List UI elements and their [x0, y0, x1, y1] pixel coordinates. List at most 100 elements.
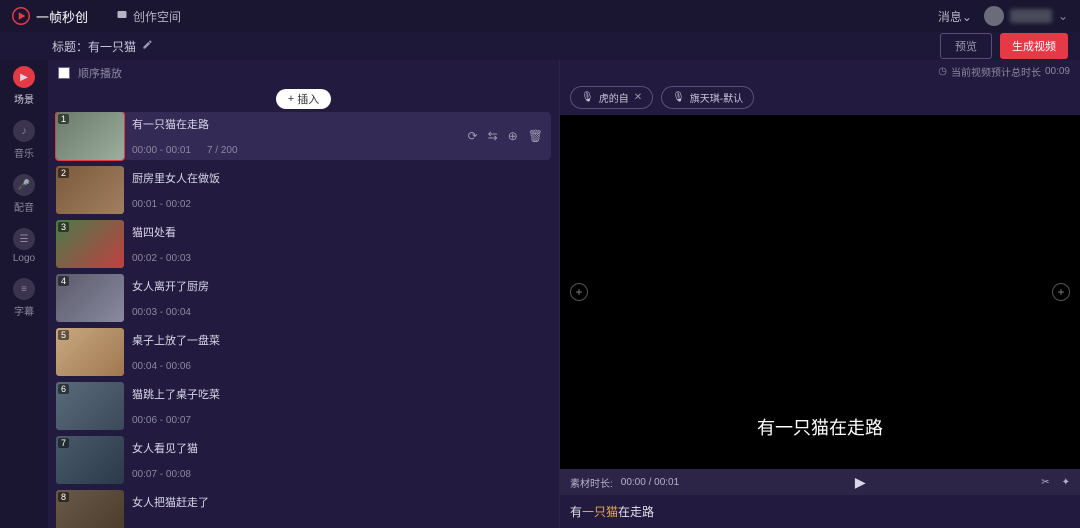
top-header: 一帧秒创 创作空间 消息⌄ ⌄: [0, 0, 1080, 32]
caption-overlay: 有一只猫在走路: [747, 411, 893, 443]
scene-time: 00:03 - 00:04: [132, 307, 191, 318]
rail-item-voice[interactable]: 🎤 配音: [13, 174, 35, 214]
preview-button[interactable]: 预览: [940, 33, 992, 59]
add-icon[interactable]: ⊕: [508, 129, 518, 143]
scene-item[interactable]: 4女人离开了厨房00:03 - 00:047 / 200⟳⇆⊕🗑: [56, 274, 551, 322]
mic-icon: 🎙: [581, 92, 594, 103]
scene-time: 00:07 - 00:08: [132, 469, 191, 480]
cut-icon[interactable]: ✂: [1041, 477, 1049, 488]
scene-item[interactable]: 6猫跳上了桌子吃菜00:06 - 00:078 / 200⟳⇆⊕🗑: [56, 382, 551, 430]
order-play-row: 顺序播放: [48, 60, 559, 86]
scene-title: 厨房里女人在做饭: [132, 170, 460, 186]
user-menu[interactable]: ⌄: [984, 6, 1068, 26]
insert-scene-button[interactable]: + 插入: [276, 89, 331, 109]
scene-number: 5: [58, 330, 69, 340]
subtitle-icon: ≡: [13, 278, 35, 300]
scene-title: 猫跳上了桌子吃菜: [132, 386, 460, 402]
scene-item[interactable]: 2厨房里女人在做饭00:01 - 00:028 / 200⟳⇆⊕🗑: [56, 166, 551, 214]
edit-title-icon[interactable]: [142, 39, 153, 53]
scene-item[interactable]: 7女人看见了猫00:07 - 00:086 / 200⟳⇆⊕🗑: [56, 436, 551, 484]
scene-time: 00:00 - 00:01: [132, 145, 191, 156]
generate-video-button[interactable]: 生成视频: [1000, 33, 1068, 59]
scene-thumbnail[interactable]: 4: [56, 274, 124, 322]
scene-charcount: 7 / 200: [207, 145, 238, 156]
play-button[interactable]: ▶: [855, 474, 866, 491]
title-prefix: 标题：: [52, 38, 88, 55]
scene-thumbnail[interactable]: 3: [56, 220, 124, 268]
scene-item[interactable]: 5桌子上放了一盘菜00:04 - 00:068 / 200⟳⇆⊕🗑: [56, 328, 551, 376]
voice-chip[interactable]: 🎙旗天琪-默认: [661, 86, 754, 109]
workspace-icon: [116, 9, 128, 24]
scene-item[interactable]: 1 有一只猫在走路 00:00 - 00:01 7 / 200 ⟳ ⇆ ⊕ 🗑: [56, 112, 551, 160]
rail-item-logo[interactable]: ☰ Logo: [13, 228, 35, 264]
scene-title: 桌子上放了一盘菜: [132, 332, 460, 348]
brand-name: 一帧秒创: [36, 7, 88, 26]
plus-icon: +: [288, 93, 294, 105]
music-icon: ♪: [13, 120, 35, 142]
logo-icon: ☰: [13, 228, 35, 250]
total-duration-row: ◷ 当前视频预计总时长 00:09: [560, 60, 1080, 82]
left-rail: ▶ 场景 ♪ 音乐 🎤 配音 ☰ Logo ≡ 字幕: [0, 60, 48, 528]
scene-item[interactable]: 8女人把猫赶走了7 / 200⟳⇆⊕🗑: [56, 490, 551, 528]
scene-time: 00:02 - 00:03: [132, 253, 191, 264]
logo-mark-icon: [12, 7, 30, 25]
scene-thumbnail[interactable]: 1: [56, 112, 124, 160]
scene-tools: ⟳ ⇆ ⊕ 🗑: [468, 112, 551, 160]
scene-title: 女人把猫赶走了: [132, 494, 460, 510]
scene-thumbnail[interactable]: 5: [56, 328, 124, 376]
prev-scene-button[interactable]: +: [570, 283, 588, 301]
scene-number: 6: [58, 384, 69, 394]
scene-number: 3: [58, 222, 69, 232]
preview-stage: + + 有一只猫在走路: [560, 115, 1080, 469]
refresh-icon[interactable]: ⟳: [468, 129, 478, 143]
scene-thumbnail[interactable]: 8: [56, 490, 124, 528]
next-scene-button[interactable]: +: [1052, 283, 1070, 301]
avatar-icon: [984, 6, 1004, 26]
scene-number: 7: [58, 438, 69, 448]
material-duration-label: 素材时长:: [570, 475, 613, 490]
scene-time: 00:06 - 00:07: [132, 415, 191, 426]
messages-link[interactable]: 消息⌄: [938, 8, 972, 25]
delete-icon[interactable]: 🗑: [528, 129, 543, 143]
scene-panel: 顺序播放 + 插入 1 有一只猫在走路 00:00 - 00:01 7 / 200 ⟳ ⇆…: [48, 60, 560, 528]
material-duration-value: 00:00 / 00:01: [621, 477, 679, 488]
user-name-blur: [1010, 9, 1052, 23]
close-icon[interactable]: ✕: [634, 92, 642, 103]
scene-list: 1 有一只猫在走路 00:00 - 00:01 7 / 200 ⟳ ⇆ ⊕ 🗑 2 厨房里女人在做…: [48, 112, 559, 528]
rail-item-subtitle[interactable]: ≡ 字幕: [13, 278, 35, 318]
scene-title: 猫四处看: [132, 224, 460, 240]
rail-item-scene[interactable]: ▶ 场景: [13, 66, 35, 106]
rail-item-music[interactable]: ♪ 音乐: [13, 120, 35, 160]
workspace-link[interactable]: 创作空间: [116, 8, 181, 25]
title-value: 有一只猫: [88, 38, 136, 55]
mic-icon: 🎙: [672, 92, 685, 103]
clock-icon: ◷: [938, 66, 947, 77]
order-play-checkbox[interactable]: [58, 67, 70, 79]
scene-item[interactable]: 3猫四处看00:02 - 00:034 / 200⟳⇆⊕🗑: [56, 220, 551, 268]
player-bar: 素材时长: 00:00 / 00:01 ▶ ✂ ✦: [560, 469, 1080, 495]
scene-title: 有一只猫在走路: [132, 116, 460, 132]
preview-panel: ◷ 当前视频预计总时长 00:09 🎙虎的自✕ 🎙旗天琪-默认 + + 有一只猫在…: [560, 60, 1080, 528]
total-duration-value: 00:09: [1045, 66, 1070, 77]
scene-time: 00:04 - 00:06: [132, 361, 191, 372]
title-row: 标题： 有一只猫 预览 生成视频: [0, 32, 1080, 60]
scene-icon: ▶: [13, 66, 35, 88]
caption-edit[interactable]: 有一只猫在走路: [560, 495, 1080, 528]
scene-thumbnail[interactable]: 6: [56, 382, 124, 430]
scene-number: 4: [58, 276, 69, 286]
scene-title: 女人看见了猫: [132, 440, 460, 456]
brand-logo[interactable]: 一帧秒创: [12, 7, 88, 26]
order-play-label: 顺序播放: [78, 65, 122, 81]
voice-chip[interactable]: 🎙虎的自✕: [570, 86, 653, 109]
scene-thumbnail[interactable]: 7: [56, 436, 124, 484]
workspace-label: 创作空间: [133, 8, 181, 25]
scene-number: 1: [58, 114, 69, 124]
replace-icon[interactable]: ⇆: [488, 129, 498, 143]
voice-chip-row: 🎙虎的自✕ 🎙旗天琪-默认: [560, 82, 1080, 115]
settings-icon[interactable]: ✦: [1062, 477, 1070, 488]
chevron-down-icon: ⌄: [1058, 9, 1068, 23]
scene-thumbnail[interactable]: 2: [56, 166, 124, 214]
scene-number: 8: [58, 492, 69, 502]
scene-number: 2: [58, 168, 69, 178]
voice-icon: 🎤: [13, 174, 35, 196]
